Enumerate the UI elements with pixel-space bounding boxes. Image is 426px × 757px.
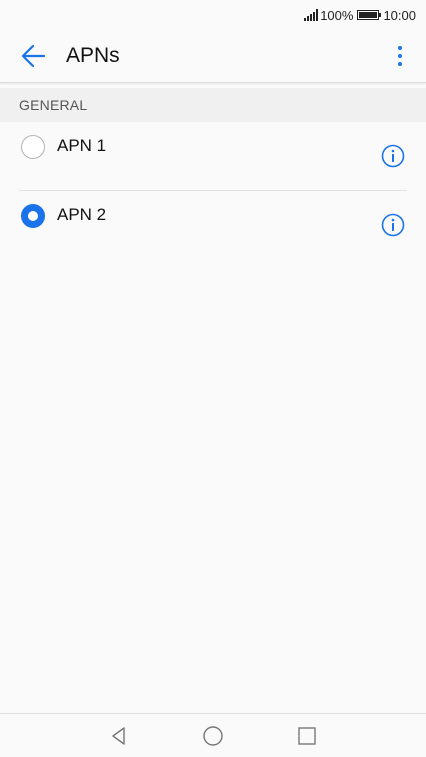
- info-icon[interactable]: [381, 144, 405, 168]
- arrow-left-icon: [21, 44, 46, 68]
- info-icon[interactable]: [381, 213, 405, 237]
- apn-radio-2[interactable]: [21, 204, 45, 228]
- apn-label: APN 2: [57, 205, 107, 224]
- navigation-bar: [0, 713, 426, 757]
- clock: 10:00: [383, 7, 416, 23]
- apn-item[interactable]: APN 2: [0, 191, 426, 260]
- apn-list: APN 1 APN 2: [0, 122, 426, 260]
- nav-recents-button[interactable]: [295, 724, 319, 748]
- nav-home-button[interactable]: [201, 724, 225, 748]
- page-title: APNs: [66, 44, 120, 67]
- more-vert-icon: [398, 46, 402, 50]
- back-button[interactable]: [18, 41, 48, 71]
- circle-home-icon: [203, 725, 223, 746]
- battery-percent: 100%: [320, 7, 354, 23]
- apn-label: APN 1: [57, 136, 107, 155]
- triangle-back-icon: [112, 726, 125, 745]
- status-bar: 100% 10:00: [0, 0, 426, 30]
- square-recents-icon: [298, 726, 316, 745]
- nav-back-button[interactable]: [107, 724, 131, 748]
- section-header: GENERAL: [0, 88, 426, 122]
- apn-radio-1[interactable]: [21, 135, 45, 159]
- apn-item[interactable]: APN 1: [0, 122, 426, 191]
- signal-icon: [304, 9, 319, 21]
- more-options-button[interactable]: [388, 43, 412, 69]
- battery-icon: [357, 10, 382, 20]
- app-bar: APNs: [0, 30, 426, 83]
